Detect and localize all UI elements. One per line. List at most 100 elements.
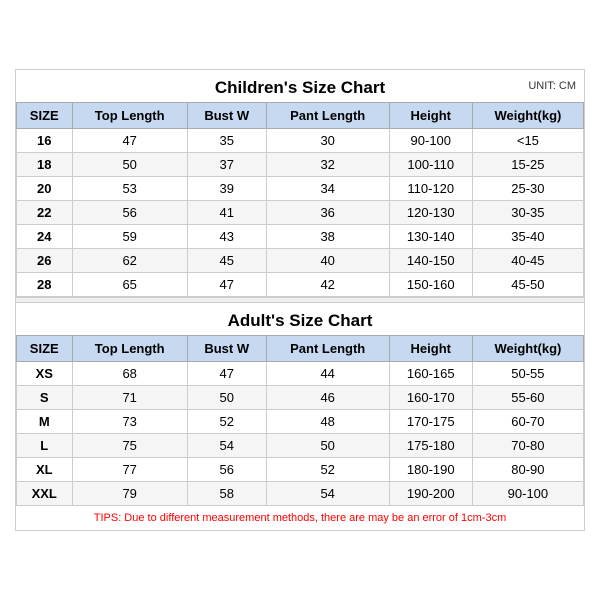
data-cell: 175-180 <box>389 434 472 458</box>
table-row: XL775652180-19080-90 <box>17 458 584 482</box>
data-cell: 46 <box>266 386 389 410</box>
data-cell: 73 <box>72 410 187 434</box>
data-cell: 53 <box>72 177 187 201</box>
data-cell: 68 <box>72 362 187 386</box>
col-header-height: Height <box>389 103 472 129</box>
data-cell: 160-165 <box>389 362 472 386</box>
children-section-title: Children's Size Chart UNIT: CM <box>16 70 584 102</box>
data-cell: 36 <box>266 201 389 225</box>
data-cell: 52 <box>266 458 389 482</box>
data-cell: 35 <box>187 129 266 153</box>
table-row: 20533934110-12025-30 <box>17 177 584 201</box>
size-cell: 26 <box>17 249 73 273</box>
size-cell: 22 <box>17 201 73 225</box>
data-cell: 45 <box>187 249 266 273</box>
children-size-table: SIZE Top Length Bust W Pant Length Heigh… <box>16 102 584 297</box>
data-cell: 90-100 <box>472 482 583 506</box>
data-cell: 32 <box>266 153 389 177</box>
table-row: 24594338130-14035-40 <box>17 225 584 249</box>
data-cell: 47 <box>187 362 266 386</box>
size-cell: 28 <box>17 273 73 297</box>
data-cell: 80-90 <box>472 458 583 482</box>
data-cell: 52 <box>187 410 266 434</box>
adult-col-header-bust-w: Bust W <box>187 336 266 362</box>
tips-text: TIPS: Due to different measurement metho… <box>16 506 584 530</box>
col-header-weight: Weight(kg) <box>472 103 583 129</box>
children-title-text: Children's Size Chart <box>215 78 385 97</box>
data-cell: 77 <box>72 458 187 482</box>
data-cell: 39 <box>187 177 266 201</box>
table-row: 22564136120-13030-35 <box>17 201 584 225</box>
table-row: XXL795854190-20090-100 <box>17 482 584 506</box>
data-cell: 56 <box>187 458 266 482</box>
table-row: XS684744160-16550-55 <box>17 362 584 386</box>
table-row: M735248170-17560-70 <box>17 410 584 434</box>
col-header-bust-w: Bust W <box>187 103 266 129</box>
col-header-pant-length: Pant Length <box>266 103 389 129</box>
data-cell: 140-150 <box>389 249 472 273</box>
data-cell: 47 <box>72 129 187 153</box>
data-cell: 34 <box>266 177 389 201</box>
data-cell: 55-60 <box>472 386 583 410</box>
col-header-top-length: Top Length <box>72 103 187 129</box>
children-header-row: SIZE Top Length Bust W Pant Length Heigh… <box>17 103 584 129</box>
data-cell: <15 <box>472 129 583 153</box>
data-cell: 35-40 <box>472 225 583 249</box>
data-cell: 42 <box>266 273 389 297</box>
size-cell: L <box>17 434 73 458</box>
data-cell: 15-25 <box>472 153 583 177</box>
size-cell: 20 <box>17 177 73 201</box>
data-cell: 54 <box>187 434 266 458</box>
data-cell: 44 <box>266 362 389 386</box>
table-row: S715046160-17055-60 <box>17 386 584 410</box>
data-cell: 100-110 <box>389 153 472 177</box>
data-cell: 50 <box>266 434 389 458</box>
data-cell: 41 <box>187 201 266 225</box>
data-cell: 190-200 <box>389 482 472 506</box>
data-cell: 25-30 <box>472 177 583 201</box>
size-cell: M <box>17 410 73 434</box>
data-cell: 43 <box>187 225 266 249</box>
data-cell: 37 <box>187 153 266 177</box>
data-cell: 120-130 <box>389 201 472 225</box>
adult-col-header-weight: Weight(kg) <box>472 336 583 362</box>
data-cell: 48 <box>266 410 389 434</box>
col-header-size: SIZE <box>17 103 73 129</box>
adult-col-header-size: SIZE <box>17 336 73 362</box>
size-cell: 16 <box>17 129 73 153</box>
adult-col-header-pant-length: Pant Length <box>266 336 389 362</box>
data-cell: 180-190 <box>389 458 472 482</box>
data-cell: 40 <box>266 249 389 273</box>
data-cell: 160-170 <box>389 386 472 410</box>
children-table-body: 1647353090-100<1518503732100-11015-25205… <box>17 129 584 297</box>
data-cell: 50 <box>187 386 266 410</box>
data-cell: 79 <box>72 482 187 506</box>
data-cell: 58 <box>187 482 266 506</box>
data-cell: 110-120 <box>389 177 472 201</box>
size-cell: XS <box>17 362 73 386</box>
table-row: 26624540140-15040-45 <box>17 249 584 273</box>
data-cell: 59 <box>72 225 187 249</box>
size-cell: S <box>17 386 73 410</box>
data-cell: 40-45 <box>472 249 583 273</box>
table-row: 18503732100-11015-25 <box>17 153 584 177</box>
data-cell: 50 <box>72 153 187 177</box>
data-cell: 56 <box>72 201 187 225</box>
adult-title-text: Adult's Size Chart <box>228 311 373 330</box>
adult-header-row: SIZE Top Length Bust W Pant Length Heigh… <box>17 336 584 362</box>
data-cell: 60-70 <box>472 410 583 434</box>
table-row: 1647353090-100<15 <box>17 129 584 153</box>
size-cell: 24 <box>17 225 73 249</box>
data-cell: 45-50 <box>472 273 583 297</box>
data-cell: 62 <box>72 249 187 273</box>
data-cell: 38 <box>266 225 389 249</box>
data-cell: 170-175 <box>389 410 472 434</box>
adult-section-title: Adult's Size Chart <box>16 303 584 335</box>
data-cell: 75 <box>72 434 187 458</box>
adult-table-body: XS684744160-16550-55S715046160-17055-60M… <box>17 362 584 506</box>
size-cell: 18 <box>17 153 73 177</box>
data-cell: 30-35 <box>472 201 583 225</box>
unit-label: UNIT: CM <box>528 80 576 92</box>
table-row: 28654742150-16045-50 <box>17 273 584 297</box>
table-row: L755450175-18070-80 <box>17 434 584 458</box>
